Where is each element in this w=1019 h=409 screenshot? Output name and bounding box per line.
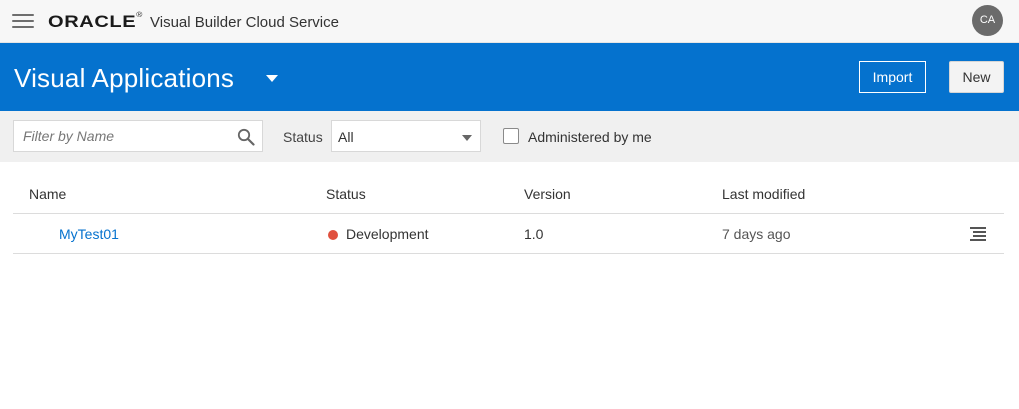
oracle-logo: ORACLE® <box>48 12 143 31</box>
title-dropdown-caret-icon[interactable] <box>266 75 278 82</box>
administered-by-me-checkbox[interactable] <box>503 128 519 144</box>
page-header: Visual Applications Import New <box>0 43 1019 111</box>
hamburger-menu-icon[interactable] <box>12 14 34 30</box>
app-last-modified: 7 days ago <box>722 226 791 242</box>
column-header-version[interactable]: Version <box>524 186 571 202</box>
column-header-name[interactable]: Name <box>29 186 66 202</box>
table-row[interactable]: MyTest01 Development 1.0 7 days ago <box>13 214 1004 254</box>
new-button[interactable]: New <box>949 61 1004 93</box>
table-header: Name Status Version Last modified <box>13 173 1004 214</box>
app-version: 1.0 <box>524 226 544 242</box>
column-header-last-modified[interactable]: Last modified <box>722 186 805 202</box>
status-dot-icon <box>328 230 338 240</box>
user-avatar[interactable]: CA <box>972 5 1003 36</box>
import-button[interactable]: Import <box>859 61 926 93</box>
app-name-link[interactable]: MyTest01 <box>59 226 119 242</box>
row-actions-menu-icon[interactable] <box>970 227 986 241</box>
column-header-status[interactable]: Status <box>326 186 366 202</box>
filter-bar: Status All Administered by me <box>0 111 1019 162</box>
app-status: Development <box>346 226 429 242</box>
top-bar: ORACLE® Visual Builder Cloud Service CA <box>0 0 1019 43</box>
status-filter-label: Status <box>283 129 323 145</box>
chevron-down-icon <box>462 135 472 141</box>
status-select-value: All <box>338 129 354 145</box>
status-select[interactable]: All <box>331 120 481 152</box>
search-box <box>13 120 263 152</box>
search-icon[interactable] <box>237 128 255 146</box>
page-title: Visual Applications <box>14 63 235 93</box>
filter-by-name-input[interactable] <box>14 121 234 151</box>
applications-table: Name Status Version Last modified MyTest… <box>13 173 1004 254</box>
product-name: Visual Builder Cloud Service <box>150 14 339 31</box>
administered-by-me-label: Administered by me <box>528 129 652 145</box>
